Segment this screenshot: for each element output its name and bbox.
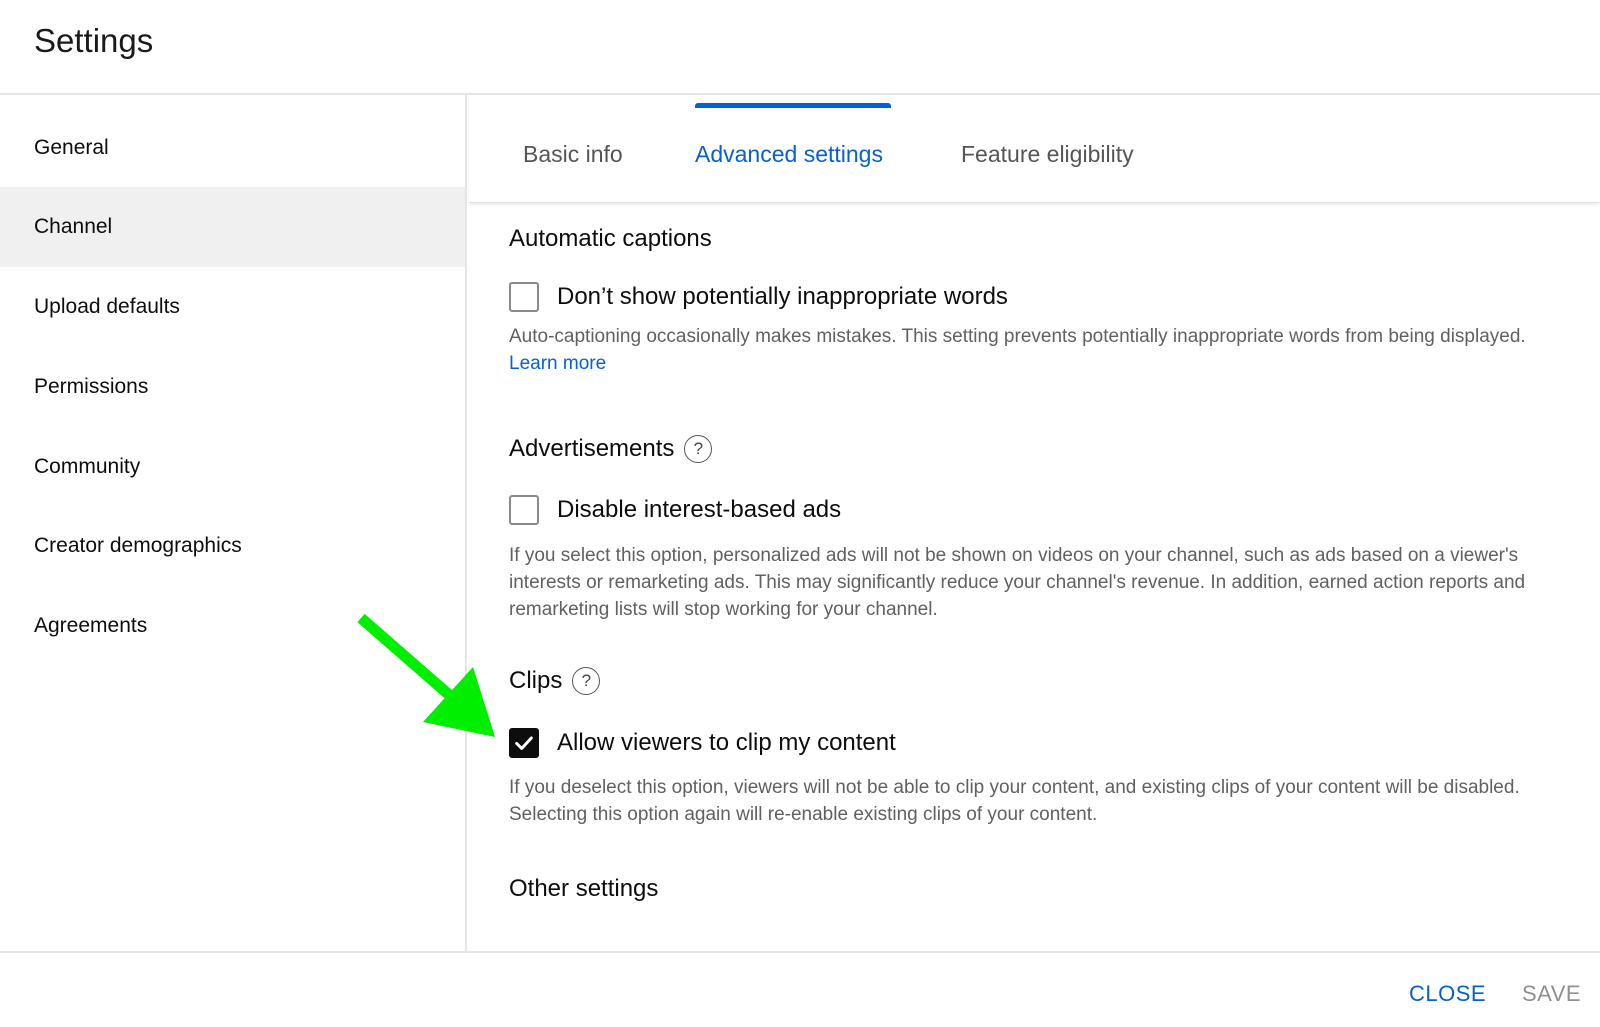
captions-description: Auto-captioning occasionally makes mista… [509,326,1526,374]
tab-basic-info[interactable]: Basic info [523,141,623,168]
captions-checkbox[interactable] [509,282,539,312]
section-title-other-settings: Other settings [509,875,659,902]
ads-description: If you select this option, personalized … [509,545,1526,620]
sidebar-item-agreements[interactable]: Agreements [0,586,465,666]
sidebar-item-channel[interactable]: Channel [0,187,465,267]
help-circle-icon[interactable]: ? [572,667,601,695]
section-title-advertisements: Advertisements ? [509,435,713,463]
clips-checkbox-row: Allow viewers to clip my content [509,728,896,758]
section-title-automatic-captions: Automatic captions [509,225,712,252]
dialog-footer: CLOSE SAVE [0,951,1600,1027]
dialog-header: Settings [0,0,1600,95]
tab-feature-eligibility[interactable]: Feature eligibility [961,141,1134,168]
learn-more-link[interactable]: Learn more [509,353,606,374]
captions-checkbox-label: Don’t show potentially inappropriate wor… [557,283,1008,310]
ads-checkbox-row: Disable interest-based ads [509,495,841,525]
checkmark-icon [515,736,533,750]
tab-bar: Basic info Advanced settings Feature eli… [469,95,1600,203]
sidebar-item-general[interactable]: General [0,108,465,188]
page-title: Settings [34,22,154,59]
clips-checkbox-label: Allow viewers to clip my content [557,729,896,756]
section-title-clips: Clips ? [509,667,601,695]
help-circle-icon[interactable]: ? [684,435,713,463]
active-tab-indicator [695,103,891,108]
sidebar-item-permissions[interactable]: Permissions [0,347,465,427]
captions-checkbox-row: Don’t show potentially inappropriate wor… [509,282,1008,312]
sidebar-item-creator-demographics[interactable]: Creator demographics [0,506,465,586]
close-button[interactable]: CLOSE [1409,981,1486,1007]
tab-advanced-settings[interactable]: Advanced settings [695,141,883,168]
ads-checkbox-label: Disable interest-based ads [557,496,842,523]
save-button[interactable]: SAVE [1522,981,1581,1007]
settings-sidebar: General Channel Upload defaults Permissi… [0,95,467,952]
clips-checkbox[interactable] [509,728,539,758]
sidebar-item-upload-defaults[interactable]: Upload defaults [0,267,465,347]
sidebar-item-community[interactable]: Community [0,427,465,507]
ads-checkbox[interactable] [509,495,539,525]
clips-description: If you deselect this option, viewers wil… [509,777,1520,825]
